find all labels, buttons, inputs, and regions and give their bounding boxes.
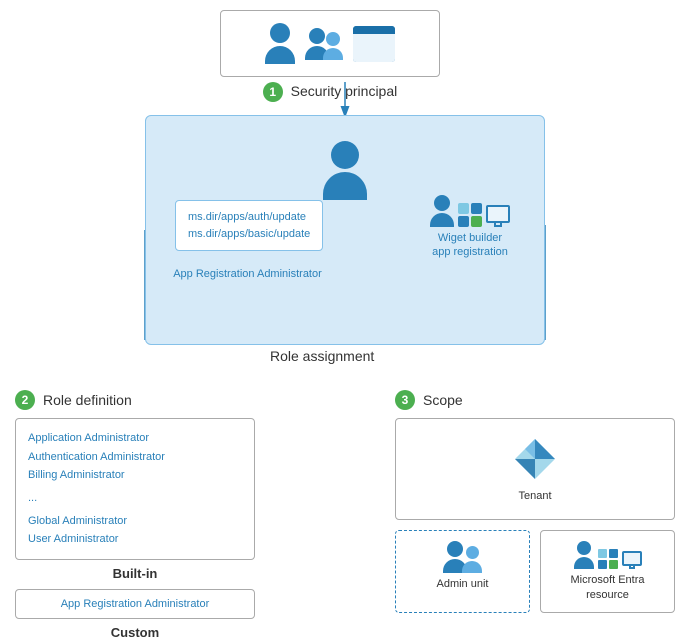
security-principal-box bbox=[220, 10, 440, 77]
role-def-custom-box: App Registration Administrator bbox=[15, 589, 255, 619]
role-def-builtin-label: Built-in bbox=[15, 566, 255, 581]
step3-label: Scope bbox=[423, 392, 463, 408]
app-reg-line1: ms.dir/apps/auth/update bbox=[188, 209, 310, 226]
role-item-ellipsis: ... bbox=[28, 489, 242, 508]
ms-entra-icons bbox=[574, 541, 642, 569]
scope-title: 3 Scope bbox=[395, 390, 675, 410]
role-def-custom-label: Custom bbox=[15, 625, 255, 640]
role-item-1: Authentication Administrator bbox=[28, 448, 242, 467]
step3-circle: 3 bbox=[395, 390, 415, 410]
ms-entra-label: Microsoft Entra resource bbox=[553, 573, 662, 602]
role-item-5: User Administrator bbox=[28, 530, 242, 549]
role-def-title: 2 Role definition bbox=[15, 390, 255, 410]
widget-grid-icon bbox=[458, 203, 482, 227]
app-reg-line2: ms.dir/apps/basic/update bbox=[188, 226, 310, 243]
tenant-icon bbox=[511, 435, 559, 483]
admin-unit-icon bbox=[443, 541, 482, 573]
step1-label: Security principal bbox=[291, 83, 398, 99]
tenant-label: Tenant bbox=[518, 489, 551, 503]
scope-bottom-row: Admin unit bbox=[395, 530, 675, 613]
role-item-0: Application Administrator bbox=[28, 429, 242, 448]
role-item-2: Billing Administrator bbox=[28, 466, 242, 485]
admin-unit-box: Admin unit bbox=[395, 530, 530, 613]
step1-circle: 1 bbox=[263, 82, 283, 102]
person-icon bbox=[265, 23, 295, 64]
widget-person-icon bbox=[430, 195, 454, 227]
ms-entra-grid-icon bbox=[598, 549, 618, 569]
role-def-custom-item: App Registration Administrator bbox=[61, 598, 210, 610]
role-def-builtin-box: Application Administrator Authentication… bbox=[15, 418, 255, 560]
app-reg-admin-label: App Registration Administrator bbox=[170, 268, 325, 280]
scope-tenant-box: Tenant bbox=[395, 418, 675, 520]
ms-entra-monitor-icon bbox=[622, 551, 642, 566]
role-definition-section: 2 Role definition Application Administra… bbox=[15, 390, 255, 640]
step2-circle: 2 bbox=[15, 390, 35, 410]
widget-monitor-icon bbox=[486, 205, 510, 223]
scope-section: 3 Scope Tenant bbox=[395, 390, 675, 613]
security-principal-label: 1 Security principal bbox=[230, 82, 430, 102]
admin-unit-label: Admin unit bbox=[437, 577, 489, 591]
widget-builder: Wiget builder app registration bbox=[430, 195, 510, 260]
widget-builder-label: Wiget builder app registration bbox=[430, 231, 510, 260]
app-icon bbox=[353, 26, 395, 62]
role-person-icon bbox=[323, 141, 367, 200]
ms-entra-box: Microsoft Entra resource bbox=[540, 530, 675, 613]
group-icon bbox=[305, 28, 343, 60]
app-reg-inner-box: ms.dir/apps/auth/update ms.dir/apps/basi… bbox=[175, 200, 323, 251]
step2-label: Role definition bbox=[43, 392, 132, 408]
role-assignment-label: Role assignment bbox=[270, 348, 374, 364]
role-item-4: Global Administrator bbox=[28, 512, 242, 531]
diagram-container: 1 Security principal ms.dir/apps/auth/up… bbox=[0, 0, 690, 619]
